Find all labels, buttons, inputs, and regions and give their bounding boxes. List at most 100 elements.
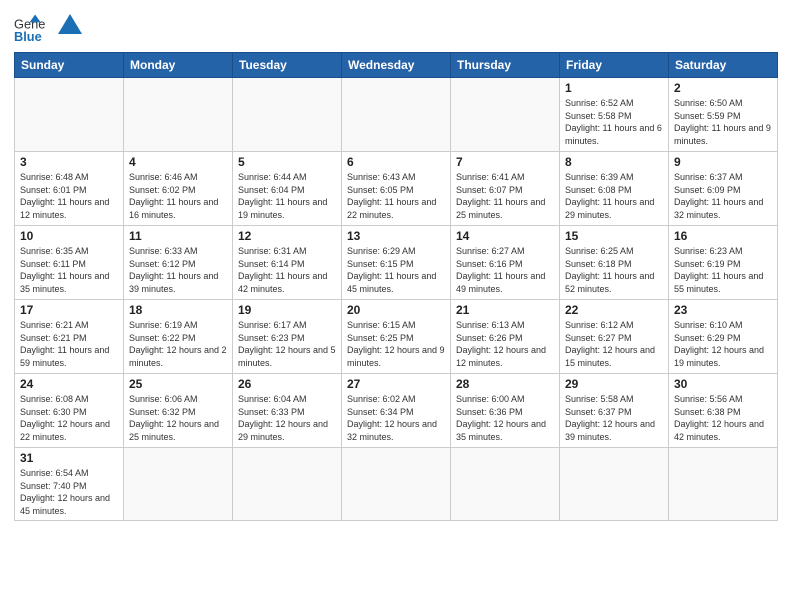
day-number: 12: [238, 229, 336, 243]
calendar-cell: [342, 448, 451, 521]
day-info: Sunrise: 6:00 AM Sunset: 6:36 PM Dayligh…: [456, 393, 554, 443]
logo-icon: General Blue: [14, 14, 46, 46]
day-info: Sunrise: 6:35 AM Sunset: 6:11 PM Dayligh…: [20, 245, 118, 295]
day-info: Sunrise: 5:56 AM Sunset: 6:38 PM Dayligh…: [674, 393, 772, 443]
calendar-cell: 23 Sunrise: 6:10 AM Sunset: 6:29 PM Dayli…: [669, 300, 778, 374]
calendar-week-row: 24Sunrise: 6:08 AM Sunset: 6:30 PM Dayli…: [15, 374, 778, 448]
calendar-cell: 13Sunrise: 6:29 AM Sunset: 6:15 PM Dayli…: [342, 226, 451, 300]
calendar-cell: 2 Sunrise: 6:50 AM Sunset: 5:59 PM Daylig…: [669, 78, 778, 152]
day-number: 28: [456, 377, 554, 391]
calendar-cell: [15, 78, 124, 152]
day-info: Sunrise: 6:15 AM Sunset: 6:25 PM Dayligh…: [347, 319, 445, 369]
day-number: 19: [238, 303, 336, 317]
day-number: 13: [347, 229, 445, 243]
day-info: Sunrise: 6:17 AM Sunset: 6:23 PM Dayligh…: [238, 319, 336, 369]
calendar-cell: 20 Sunrise: 6:15 AM Sunset: 6:25 PM Dayli…: [342, 300, 451, 374]
calendar-cell: 24Sunrise: 6:08 AM Sunset: 6:30 PM Dayli…: [15, 374, 124, 448]
day-number: 25: [129, 377, 227, 391]
day-number: 23: [674, 303, 772, 317]
day-number: 3: [20, 155, 118, 169]
day-info: Sunrise: 6:50 AM Sunset: 5:59 PM Dayligh…: [674, 97, 772, 147]
calendar-cell: [233, 78, 342, 152]
calendar-cell: 30 Sunrise: 5:56 AM Sunset: 6:38 PM Dayli…: [669, 374, 778, 448]
day-number: 31: [20, 451, 118, 465]
calendar-cell: [451, 78, 560, 152]
weekday-header: Monday: [124, 53, 233, 78]
calendar-cell: 31 Sunrise: 6:54 AM Sunset: 7:40 PM Dayli…: [15, 448, 124, 521]
calendar-week-row: 17Sunrise: 6:21 AM Sunset: 6:21 PM Dayli…: [15, 300, 778, 374]
calendar-cell: [124, 78, 233, 152]
weekday-header: Tuesday: [233, 53, 342, 78]
day-info: Sunrise: 6:54 AM Sunset: 7:40 PM Dayligh…: [20, 467, 118, 517]
logo: General Blue: [14, 14, 84, 46]
day-number: 9: [674, 155, 772, 169]
day-info: Sunrise: 5:58 AM Sunset: 6:37 PM Dayligh…: [565, 393, 663, 443]
weekday-header: Sunday: [15, 53, 124, 78]
day-number: 1: [565, 81, 663, 95]
day-info: Sunrise: 6:52 AM Sunset: 5:58 PM Dayligh…: [565, 97, 663, 147]
day-number: 27: [347, 377, 445, 391]
calendar-cell: [124, 448, 233, 521]
calendar-cell: 3 Sunrise: 6:48 AM Sunset: 6:01 PM Daylig…: [15, 152, 124, 226]
calendar-cell: 1 Sunrise: 6:52 AM Sunset: 5:58 PM Daylig…: [560, 78, 669, 152]
weekday-header: Wednesday: [342, 53, 451, 78]
header: General Blue: [14, 10, 778, 46]
day-info: Sunrise: 6:12 AM Sunset: 6:27 PM Dayligh…: [565, 319, 663, 369]
day-info: Sunrise: 6:48 AM Sunset: 6:01 PM Dayligh…: [20, 171, 118, 221]
calendar-cell: 22 Sunrise: 6:12 AM Sunset: 6:27 PM Dayli…: [560, 300, 669, 374]
day-number: 26: [238, 377, 336, 391]
calendar-cell: 5 Sunrise: 6:44 AM Sunset: 6:04 PM Daylig…: [233, 152, 342, 226]
calendar-cell: 4Sunrise: 6:46 AM Sunset: 6:02 PM Daylig…: [124, 152, 233, 226]
logo-triangle-icon: [56, 12, 84, 40]
calendar-cell: [451, 448, 560, 521]
day-info: Sunrise: 6:21 AM Sunset: 6:21 PM Dayligh…: [20, 319, 118, 369]
calendar-cell: 17Sunrise: 6:21 AM Sunset: 6:21 PM Dayli…: [15, 300, 124, 374]
day-number: 11: [129, 229, 227, 243]
calendar-cell: 28 Sunrise: 6:00 AM Sunset: 6:36 PM Dayli…: [451, 374, 560, 448]
day-number: 8: [565, 155, 663, 169]
calendar-cell: 29 Sunrise: 5:58 AM Sunset: 6:37 PM Dayli…: [560, 374, 669, 448]
calendar-cell: [342, 78, 451, 152]
day-info: Sunrise: 6:04 AM Sunset: 6:33 PM Dayligh…: [238, 393, 336, 443]
day-info: Sunrise: 6:44 AM Sunset: 6:04 PM Dayligh…: [238, 171, 336, 221]
day-info: Sunrise: 6:46 AM Sunset: 6:02 PM Dayligh…: [129, 171, 227, 221]
day-info: Sunrise: 6:08 AM Sunset: 6:30 PM Dayligh…: [20, 393, 118, 443]
day-info: Sunrise: 6:02 AM Sunset: 6:34 PM Dayligh…: [347, 393, 445, 443]
day-info: Sunrise: 6:43 AM Sunset: 6:05 PM Dayligh…: [347, 171, 445, 221]
day-info: Sunrise: 6:27 AM Sunset: 6:16 PM Dayligh…: [456, 245, 554, 295]
day-number: 20: [347, 303, 445, 317]
day-number: 22: [565, 303, 663, 317]
day-number: 30: [674, 377, 772, 391]
day-info: Sunrise: 6:19 AM Sunset: 6:22 PM Dayligh…: [129, 319, 227, 369]
calendar-header-row: SundayMondayTuesdayWednesdayThursdayFrid…: [15, 53, 778, 78]
day-number: 7: [456, 155, 554, 169]
calendar-cell: 25Sunrise: 6:06 AM Sunset: 6:32 PM Dayli…: [124, 374, 233, 448]
day-number: 2: [674, 81, 772, 95]
calendar-cell: 21Sunrise: 6:13 AM Sunset: 6:26 PM Dayli…: [451, 300, 560, 374]
calendar-cell: 11Sunrise: 6:33 AM Sunset: 6:12 PM Dayli…: [124, 226, 233, 300]
day-info: Sunrise: 6:10 AM Sunset: 6:29 PM Dayligh…: [674, 319, 772, 369]
day-number: 15: [565, 229, 663, 243]
day-info: Sunrise: 6:41 AM Sunset: 6:07 PM Dayligh…: [456, 171, 554, 221]
day-info: Sunrise: 6:25 AM Sunset: 6:18 PM Dayligh…: [565, 245, 663, 295]
day-number: 18: [129, 303, 227, 317]
day-number: 29: [565, 377, 663, 391]
weekday-header: Thursday: [451, 53, 560, 78]
day-number: 16: [674, 229, 772, 243]
calendar-cell: 10 Sunrise: 6:35 AM Sunset: 6:11 PM Dayli…: [15, 226, 124, 300]
calendar-cell: 15 Sunrise: 6:25 AM Sunset: 6:18 PM Dayli…: [560, 226, 669, 300]
day-number: 5: [238, 155, 336, 169]
calendar-cell: 26 Sunrise: 6:04 AM Sunset: 6:33 PM Dayli…: [233, 374, 342, 448]
calendar-cell: 7 Sunrise: 6:41 AM Sunset: 6:07 PM Daylig…: [451, 152, 560, 226]
calendar-cell: 8Sunrise: 6:39 AM Sunset: 6:08 PM Daylig…: [560, 152, 669, 226]
weekday-header: Saturday: [669, 53, 778, 78]
weekday-header: Friday: [560, 53, 669, 78]
calendar-cell: 6Sunrise: 6:43 AM Sunset: 6:05 PM Daylig…: [342, 152, 451, 226]
calendar-cell: 14Sunrise: 6:27 AM Sunset: 6:16 PM Dayli…: [451, 226, 560, 300]
day-number: 10: [20, 229, 118, 243]
calendar-cell: 12Sunrise: 6:31 AM Sunset: 6:14 PM Dayli…: [233, 226, 342, 300]
calendar-page: General Blue SundayMondayTuesdayWednesda…: [0, 0, 792, 612]
day-number: 21: [456, 303, 554, 317]
svg-text:Blue: Blue: [14, 29, 42, 44]
calendar-week-row: 3 Sunrise: 6:48 AM Sunset: 6:01 PM Daylig…: [15, 152, 778, 226]
